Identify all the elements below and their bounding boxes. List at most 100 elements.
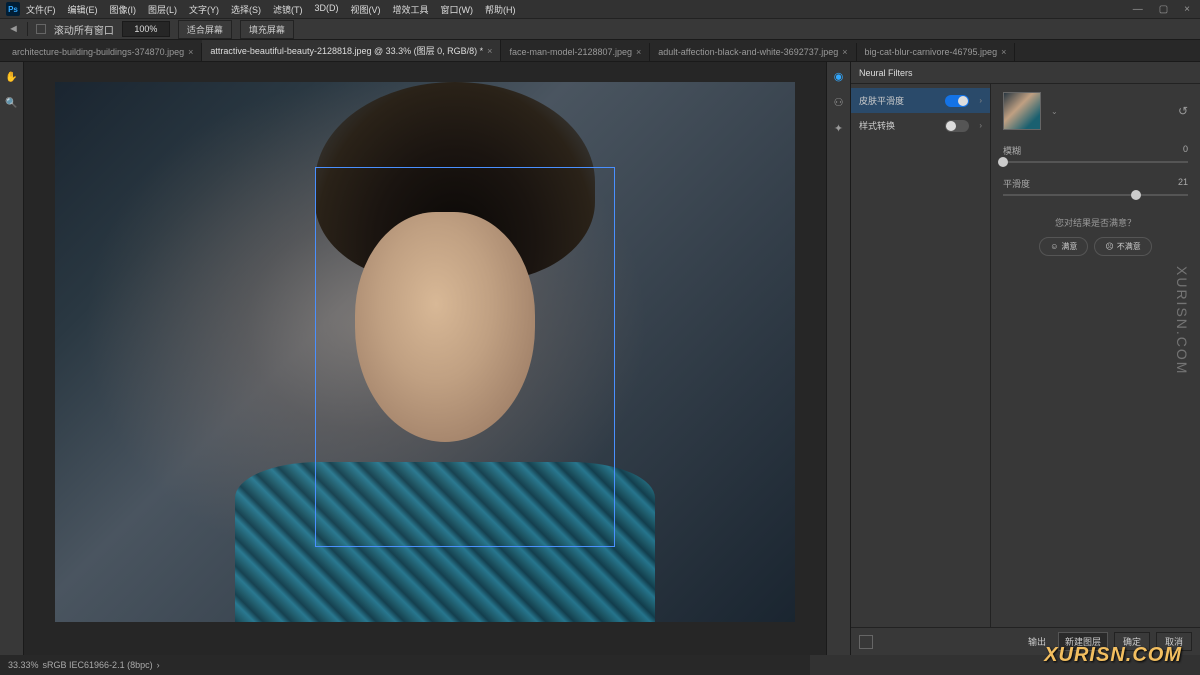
menu-window[interactable]: 窗口(W) <box>441 3 474 16</box>
divider <box>27 22 28 36</box>
menu-image[interactable]: 图像(I) <box>110 3 137 16</box>
fit-screen-button[interactable]: 适合屏幕 <box>178 20 232 39</box>
status-bar: 33.33% sRGB IEC61966-2.1 (8bpc) › <box>0 655 810 675</box>
filter-options: ⌄ ↺ 模糊 0 平滑度 21 <box>991 84 1200 627</box>
slider-value: 0 <box>1183 144 1188 157</box>
scroll-all-label: 滚动所有窗口 <box>54 22 114 37</box>
tab-0[interactable]: architecture-building-buildings-374870.j… <box>4 43 202 61</box>
canvas[interactable] <box>24 62 826 655</box>
filter-skin-smoothing[interactable]: 皮肤平滑度 › <box>851 88 990 113</box>
app-icon: Ps <box>6 2 20 16</box>
scroll-all-checkbox[interactable] <box>36 24 46 34</box>
feedback-question: 您对结果是否满意？ <box>1003 216 1188 229</box>
main-area: ✋ 🔍 ◉ ⚇ ✦ Neural Filters 皮肤平滑度 › <box>0 62 1200 655</box>
watermark-corner: XURISN.COM <box>1044 644 1182 667</box>
face-icon[interactable]: ◉ <box>831 68 847 84</box>
maximize-button[interactable]: ▢ <box>1155 4 1172 15</box>
slider-value: 21 <box>1178 177 1188 190</box>
slider-track[interactable] <box>1003 161 1188 163</box>
feedback-section: 您对结果是否满意？ ☺满意 ☹ 不满意 <box>1003 216 1188 256</box>
menu-view[interactable]: 视图(V) <box>351 3 381 16</box>
menu-help[interactable]: 帮助(H) <box>485 3 516 16</box>
fill-screen-button[interactable]: 填充屏幕 <box>240 20 294 39</box>
face-selector: ⌄ ↺ <box>1003 92 1188 130</box>
menu-filter[interactable]: 滤镜(T) <box>273 3 303 16</box>
tab-close-icon[interactable]: × <box>636 47 641 57</box>
panel-icon-column: ◉ ⚇ ✦ <box>826 62 850 655</box>
menu-layer[interactable]: 图层(L) <box>148 3 177 16</box>
menu-plugins[interactable]: 增效工具 <box>393 3 429 16</box>
slider-name: 平滑度 <box>1003 177 1030 190</box>
chevron-right-icon: › <box>979 121 982 130</box>
frown-icon: ☹ <box>1105 242 1113 251</box>
minimize-button[interactable]: — <box>1129 4 1147 15</box>
feedback-no-button[interactable]: ☹ 不满意 <box>1094 237 1151 256</box>
filter-label: 样式转换 <box>859 119 895 132</box>
menu-select[interactable]: 选择(S) <box>231 3 261 16</box>
tab-close-icon[interactable]: × <box>188 47 193 57</box>
chevron-right-icon[interactable]: › <box>157 660 160 670</box>
neural-filters-panel: Neural Filters 皮肤平滑度 › 样式转换 › ⌄ ↺ <box>850 62 1200 655</box>
filter-label: 皮肤平滑度 <box>859 94 904 107</box>
panel-title: Neural Filters <box>851 62 1200 84</box>
feedback-yes-button[interactable]: ☺满意 <box>1039 237 1088 256</box>
tab-label: architecture-building-buildings-374870.j… <box>12 47 184 57</box>
tab-label: attractive-beautiful-beauty-2128818.jpeg… <box>210 44 483 57</box>
status-profile: sRGB IEC61966-2.1 (8bpc) <box>43 660 153 670</box>
tab-label: face-man-model-2128807.jpeg <box>509 47 632 57</box>
menubar: 文件(F) 编辑(E) 图像(I) 图层(L) 文字(Y) 选择(S) 滤镜(T… <box>26 3 516 16</box>
titlebar: Ps 文件(F) 编辑(E) 图像(I) 图层(L) 文字(Y) 选择(S) 滤… <box>0 0 1200 18</box>
slider-track[interactable] <box>1003 194 1188 196</box>
options-bar: ◄ 滚动所有窗口 适合屏幕 填充屏幕 <box>0 18 1200 40</box>
person-icon[interactable]: ⚇ <box>831 94 847 110</box>
tab-label: big-cat-blur-carnivore-46795.jpeg <box>865 47 998 57</box>
slider-blur: 模糊 0 <box>1003 144 1188 163</box>
tab-close-icon[interactable]: × <box>1001 47 1006 57</box>
document-image <box>55 82 795 622</box>
tab-2[interactable]: face-man-model-2128807.jpeg × <box>501 43 650 61</box>
menu-3d[interactable]: 3D(D) <box>315 3 339 16</box>
filter-toggle[interactable] <box>945 95 969 107</box>
zoom-input[interactable] <box>122 21 170 37</box>
sparkle-icon[interactable]: ✦ <box>831 120 847 136</box>
tab-4[interactable]: big-cat-blur-carnivore-46795.jpeg× <box>857 43 1016 61</box>
face-dropdown-icon[interactable]: ⌄ <box>1051 107 1058 116</box>
zoom-tool-icon[interactable]: 🔍 <box>3 94 21 112</box>
chevron-right-icon: › <box>979 96 982 105</box>
window-controls: — ▢ × <box>1129 4 1194 15</box>
menu-file[interactable]: 文件(F) <box>26 3 56 16</box>
tab-1[interactable]: attractive-beautiful-beauty-2128818.jpeg… <box>202 40 501 61</box>
photo-scarf <box>235 462 655 622</box>
tab-close-icon[interactable]: × <box>842 47 847 57</box>
close-button[interactable]: × <box>1180 4 1194 15</box>
tab-label: adult-affection-black-and-white-3692737.… <box>658 47 838 57</box>
face-thumbnail[interactable] <box>1003 92 1041 130</box>
slider-label-row: 模糊 0 <box>1003 144 1188 157</box>
left-toolbar: ✋ 🔍 <box>0 62 24 655</box>
filter-style-transfer[interactable]: 样式转换 › <box>851 113 990 138</box>
slider-name: 模糊 <box>1003 144 1021 157</box>
filter-toggle[interactable] <box>945 120 969 132</box>
reset-icon[interactable]: ↺ <box>1178 104 1188 118</box>
slider-thumb[interactable] <box>1131 190 1141 200</box>
tab-close-icon[interactable]: × <box>487 46 492 56</box>
watermark-vertical: XURISN.COM <box>1174 266 1190 375</box>
filter-list: 皮肤平滑度 › 样式转换 › <box>851 84 991 627</box>
hand-tool-icon[interactable]: ✋ <box>3 68 21 86</box>
slider-smoothness: 平滑度 21 <box>1003 177 1188 196</box>
slider-label-row: 平滑度 21 <box>1003 177 1188 190</box>
preview-toggle-icon[interactable] <box>859 635 873 649</box>
smile-icon: ☺ <box>1050 242 1058 251</box>
btn-label: 不满意 <box>1117 241 1141 252</box>
slider-thumb[interactable] <box>998 157 1008 167</box>
panel-body: 皮肤平滑度 › 样式转换 › ⌄ ↺ 模糊 <box>851 84 1200 627</box>
document-tabs: architecture-building-buildings-374870.j… <box>0 40 1200 62</box>
back-button[interactable]: ◄ <box>8 23 19 35</box>
btn-label: 满意 <box>1061 241 1077 252</box>
feedback-buttons: ☺满意 ☹ 不满意 <box>1003 237 1188 256</box>
menu-edit[interactable]: 编辑(E) <box>68 3 98 16</box>
photo-face <box>355 212 535 442</box>
tab-3[interactable]: adult-affection-black-and-white-3692737.… <box>650 43 856 61</box>
status-zoom: 33.33% <box>8 660 39 670</box>
menu-type[interactable]: 文字(Y) <box>189 3 219 16</box>
